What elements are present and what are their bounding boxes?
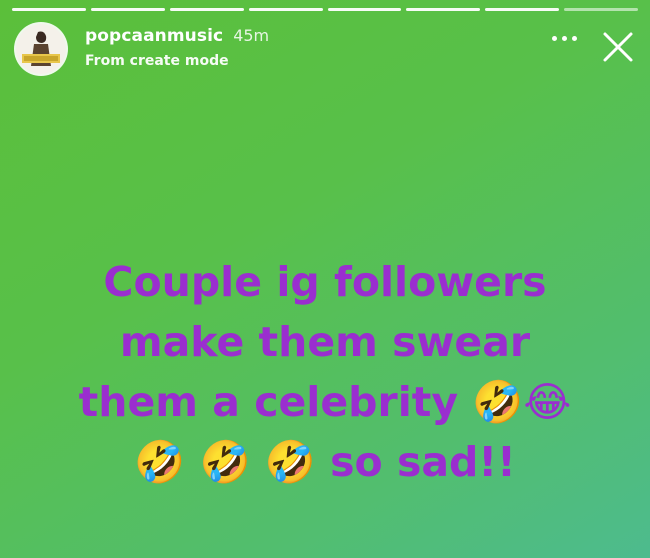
progress-segment-current (564, 8, 638, 11)
story-header: popcaanmusic 45m From create mode (85, 26, 269, 69)
progress-segment (12, 8, 86, 11)
close-icon (603, 32, 633, 62)
avatar[interactable] (16, 24, 66, 74)
progress-segment (169, 8, 244, 11)
more-dot (572, 36, 577, 41)
story-text-line: make them swear (119, 318, 531, 366)
progress-segment (485, 8, 560, 11)
progress-segment (248, 8, 323, 11)
more-dot (562, 36, 567, 41)
story-text-line: Couple ig followers (103, 258, 547, 306)
story-text-line: 🤣 🤣 🤣 so sad!! (134, 438, 516, 486)
story-source-label[interactable]: From create mode (85, 53, 269, 69)
story-text-line: them a celebrity 🤣😂 (78, 378, 572, 426)
story-text: Couple ig followers make them swear them… (20, 252, 630, 492)
progress-segment (327, 8, 402, 11)
more-horizontal-icon (552, 36, 557, 41)
progress-segment (406, 8, 481, 11)
close-button[interactable] (601, 30, 635, 64)
avatar-image (16, 24, 66, 74)
username[interactable]: popcaanmusic (85, 26, 223, 46)
story-progress-bar (12, 8, 638, 11)
more-options-button[interactable] (552, 36, 577, 41)
progress-segment (90, 8, 165, 11)
timestamp: 45m (233, 26, 270, 45)
